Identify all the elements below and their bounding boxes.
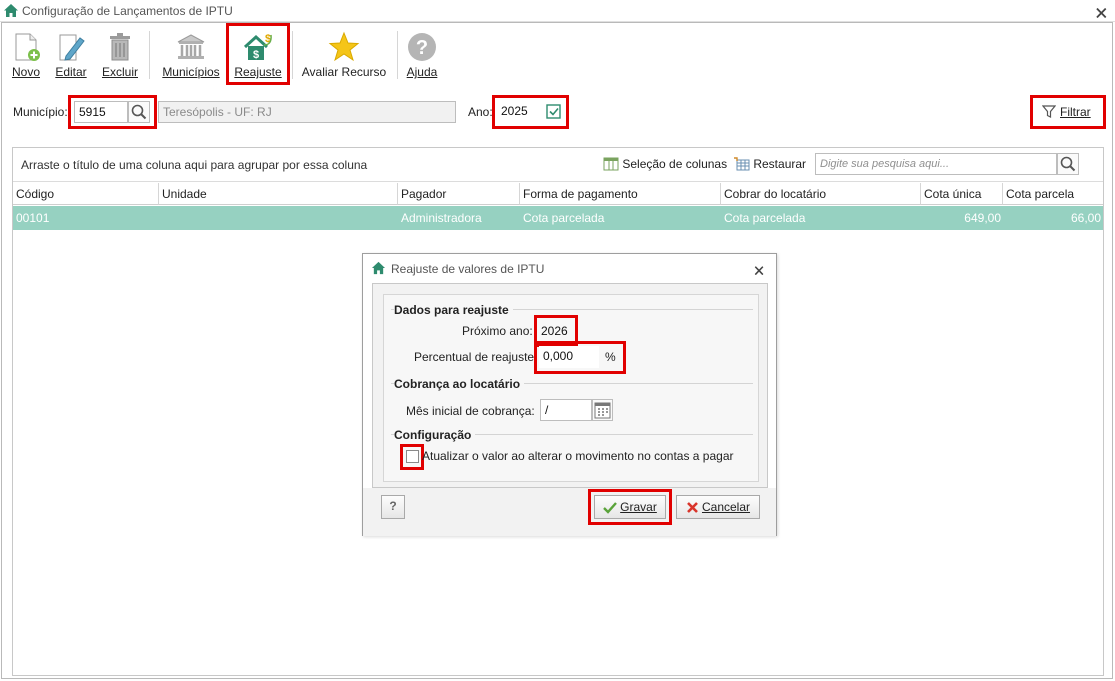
help-icon: ?	[408, 33, 436, 61]
edit-button[interactable]: Editar	[50, 25, 92, 83]
municipio-search-button[interactable]	[128, 101, 150, 123]
column-header-cota-unica[interactable]: Cota única	[921, 183, 1003, 205]
search-icon	[131, 104, 147, 120]
calendar-check-icon	[546, 104, 561, 119]
title-bar: Configuração de Lançamentos de IPTU 🗙	[0, 0, 1115, 22]
reajuste-dialog: Reajuste de valores de IPTU 🗙 Dados para…	[362, 253, 777, 536]
ano-picker-button[interactable]	[545, 101, 565, 123]
proximo-ano-value: 2026	[541, 324, 568, 338]
column-header-forma-pagamento[interactable]: Forma de pagamento	[520, 183, 721, 205]
home-icon	[4, 4, 18, 17]
group-by-bar[interactable]: Arraste o título de uma coluna aqui para…	[13, 148, 1103, 182]
grid-search-input[interactable]: Digite sua pesquisa aqui...	[815, 153, 1057, 175]
cell-pagador: Administradora	[401, 211, 482, 225]
percentual-label: Percentual de reajuste:	[414, 350, 538, 364]
municipios-button[interactable]: Municípios	[156, 25, 226, 83]
calendar-icon	[594, 402, 611, 419]
column-header-codigo[interactable]: Código	[13, 183, 159, 205]
help-button[interactable]: ? Ajuda	[402, 25, 442, 83]
new-button[interactable]: Novo	[6, 25, 46, 83]
toolbar: Novo Editar Excluir Municípios $ $ Reaju…	[2, 23, 1112, 85]
column-header-cota-parcela[interactable]: Cota parcela	[1003, 183, 1103, 205]
reajuste-label: Reajuste	[234, 65, 282, 79]
section-configuracao: Configuração	[394, 428, 476, 442]
filter-label: Filtrar	[1060, 105, 1091, 119]
section-dados-reajuste: Dados para reajuste	[394, 303, 513, 317]
cancel-button[interactable]: Cancelar	[676, 495, 760, 519]
avaliar-recurso-label: Avaliar Recurso	[301, 65, 387, 79]
percentual-input[interactable]: 0,000	[539, 346, 599, 368]
check-icon	[603, 502, 618, 514]
mes-inicial-input[interactable]: /	[540, 399, 592, 421]
dialog-body: Dados para reajuste Próximo ano: 2026 Pe…	[372, 283, 768, 488]
mes-inicial-picker-button[interactable]	[592, 399, 613, 421]
delete-button[interactable]: Excluir	[98, 25, 142, 83]
municipio-label: Município:	[13, 105, 68, 119]
restore-button[interactable]: Restaurar	[733, 157, 806, 171]
restore-label: Restaurar	[753, 157, 807, 171]
edit-pencil-icon	[59, 34, 85, 61]
new-document-icon	[15, 33, 40, 61]
svg-text:$: $	[253, 49, 259, 61]
municipios-label: Municípios	[162, 65, 220, 79]
mes-inicial-label: Mês inicial de cobrança:	[406, 404, 535, 418]
dialog-title: Reajuste de valores de IPTU	[391, 262, 545, 276]
cell-cota-parcela: 66,00	[1070, 211, 1101, 225]
home-icon	[371, 261, 386, 275]
window-title: Configuração de Lançamentos de IPTU	[22, 4, 233, 18]
ano-input[interactable]: 2025	[497, 101, 545, 123]
trash-icon	[110, 33, 130, 61]
save-button[interactable]: Gravar	[594, 495, 666, 519]
atualizar-valor-checkbox[interactable]	[406, 450, 419, 463]
avaliar-recurso-button[interactable]: Avaliar Recurso	[300, 25, 388, 83]
cancel-x-icon	[687, 502, 698, 513]
column-selection-button[interactable]: Seleção de colunas	[603, 157, 727, 171]
dialog-footer: ? Gravar Cancelar	[363, 488, 776, 536]
group-by-hint: Arraste o título de uma coluna aqui para…	[21, 158, 368, 172]
edit-label: Editar	[55, 65, 87, 79]
ano-label: Ano:	[468, 105, 493, 119]
delete-label: Excluir	[101, 65, 138, 79]
cell-cota-unica: 649,00	[964, 211, 1001, 225]
proximo-ano-label: Próximo ano:	[462, 324, 533, 338]
cell-cobrar-locatario: Cota parcelada	[724, 211, 806, 225]
table-row[interactable]: 00101 Administradora Cota parcelada Cota…	[13, 206, 1103, 230]
municipio-code-input[interactable]: 5915	[74, 101, 128, 123]
cancel-label: Cancelar	[701, 500, 751, 514]
column-header-cobrar-locatario[interactable]: Cobrar do locatário	[721, 183, 921, 205]
help-label: Ajuda	[406, 65, 438, 79]
cell-forma-pagamento: Cota parcelada	[523, 211, 605, 225]
dialog-help-button[interactable]: ?	[381, 495, 405, 519]
dialog-close-icon[interactable]: 🗙	[754, 261, 764, 283]
percent-symbol: %	[605, 350, 616, 364]
column-selection-icon	[603, 157, 619, 171]
toolbar-separator	[292, 31, 293, 79]
toolbar-separator	[149, 31, 150, 79]
column-header-pagador[interactable]: Pagador	[398, 183, 520, 205]
column-selection-label: Seleção de colunas	[622, 157, 728, 171]
toolbar-separator	[397, 31, 398, 79]
dialog-form-panel: Dados para reajuste Próximo ano: 2026 Pe…	[383, 294, 759, 482]
section-cobranca-locatario: Cobrança ao locatário	[394, 377, 525, 391]
save-label: Gravar	[620, 500, 657, 514]
svg-text:?: ?	[416, 37, 428, 59]
municipio-name-field: Teresópolis - UF: RJ	[158, 101, 456, 123]
restore-grid-icon	[734, 157, 750, 171]
column-header-unidade[interactable]: Unidade	[159, 183, 398, 205]
cell-codigo: 00101	[16, 211, 50, 225]
atualizar-valor-label: Atualizar o valor ao alterar o movimento…	[422, 449, 734, 463]
funnel-icon	[1042, 105, 1056, 118]
search-icon	[1060, 156, 1076, 172]
grid-search-button[interactable]	[1057, 153, 1079, 175]
city-hall-icon	[177, 34, 205, 59]
dialog-title-bar: Reajuste de valores de IPTU 🗙	[363, 254, 776, 282]
star-icon	[328, 31, 360, 62]
house-money-icon: $ $	[243, 33, 272, 61]
new-label: Novo	[11, 65, 40, 79]
filter-button[interactable]: Filtrar	[1030, 95, 1106, 129]
reajuste-button[interactable]: $ $ Reajuste	[226, 23, 290, 85]
